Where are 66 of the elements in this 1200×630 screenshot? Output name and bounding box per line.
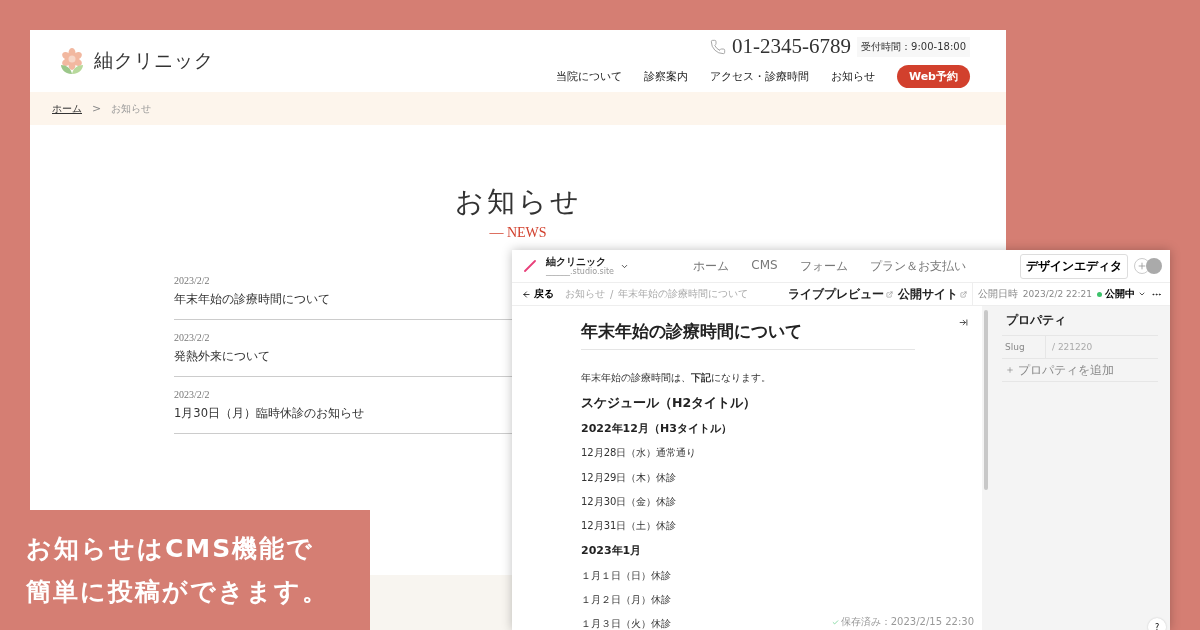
nav-link[interactable]: CMS <box>751 257 778 275</box>
external-link-icon <box>885 290 893 298</box>
clinic-logo-text: 紬クリニック <box>94 48 214 73</box>
nav-link[interactable]: アクセス・診療時間 <box>709 69 809 84</box>
paragraph: １月１日（日）休診 <box>581 568 671 583</box>
publish-date: 2023/2/2 22:21 <box>1022 289 1092 299</box>
chevron-icon <box>1138 290 1146 298</box>
live-preview-link[interactable]: ライブプレビュー <box>787 285 893 303</box>
plus-icon <box>1137 261 1147 271</box>
save-status: 保存済み：2023/2/15 22:30 <box>831 615 974 629</box>
paragraph: １月３日（火）休診 <box>581 617 671 630</box>
paragraph: １月２日（月）休診 <box>581 592 671 607</box>
site-url: ______.studio.site <box>546 267 614 277</box>
news-link[interactable]: 発熱外来について <box>174 349 270 364</box>
reserve-button[interactable]: Web予約 <box>896 65 970 88</box>
property-label: Slug <box>1002 336 1046 358</box>
collapse-panel-icon[interactable] <box>959 318 968 327</box>
paragraph: 年末年始の診療時間は、下記になります。 <box>581 371 771 386</box>
breadcrumb-current: お知らせ <box>111 101 152 116</box>
paragraph: 12月29日（木）休診 <box>581 470 677 485</box>
help-button[interactable]: ? <box>1148 618 1166 630</box>
caption-text: 簡単に投稿ができます。 <box>26 576 330 608</box>
plus-icon <box>1006 366 1014 374</box>
arrow-left-icon <box>522 289 531 299</box>
subheading: 2023年1月 <box>581 543 643 560</box>
subheading: 2022年12月（H3タイトル） <box>581 421 733 438</box>
page-title: お知らせ <box>454 185 582 219</box>
check-icon <box>831 618 839 626</box>
paragraph: 12月31日（土）休診 <box>581 519 677 534</box>
caption-text: お知らせはCMS機能で <box>26 533 316 565</box>
back-button[interactable]: 戻る <box>522 287 554 301</box>
news-date: 2023/2/2 <box>174 332 210 343</box>
news-link[interactable]: 年末年始の診療時間について <box>174 292 330 307</box>
design-editor-button[interactable]: デザインエディタ <box>1020 253 1128 279</box>
heading: スケジュール（H2タイトル） <box>581 393 758 412</box>
news-link[interactable]: 1月30日（月）臨時休診のお知らせ <box>174 406 364 421</box>
external-link-icon <box>959 290 967 298</box>
nav-link[interactable]: お知らせ <box>830 69 875 84</box>
opening-hours: 受付時間：9:00-18:00 <box>857 36 970 57</box>
breadcrumb-separator: > <box>92 102 102 115</box>
nav-link[interactable]: フォーム <box>799 257 848 275</box>
article-title[interactable]: 年末年始の診療時間について <box>581 320 915 350</box>
news-date: 2023/2/2 <box>174 389 210 400</box>
nav-link[interactable]: 当院について <box>555 69 622 84</box>
nav-link[interactable]: ホーム <box>693 257 730 275</box>
phone-icon <box>710 38 727 55</box>
breadcrumb-current: 年末年始の診療時間について <box>618 287 749 301</box>
nav-link[interactable]: 診察案内 <box>643 69 688 84</box>
scrollbar[interactable] <box>984 310 988 490</box>
publish-label: 公開日時 <box>977 287 1018 301</box>
public-site-link[interactable]: 公開サイト <box>897 285 967 303</box>
add-property-button[interactable]: プロパティを追加 <box>1002 359 1158 382</box>
breadcrumb-separator: / <box>610 288 614 300</box>
status-dropdown[interactable]: 公開中 <box>1097 287 1146 301</box>
paragraph: 12月30日（金）休診 <box>581 495 677 510</box>
slash-logo-icon <box>524 260 536 272</box>
paragraph: 12月28日（水）通常通り <box>581 446 697 461</box>
nav-link[interactable]: プラン＆お支払い <box>869 257 966 275</box>
flower-logo-icon <box>58 47 86 75</box>
breadcrumb-link[interactable]: ホーム <box>52 101 82 116</box>
news-date: 2023/2/2 <box>174 275 210 286</box>
page-subtitle: — NEWS <box>489 225 547 241</box>
phone-number: 01-2345-6789 <box>732 34 852 59</box>
panel-title: プロパティ <box>1002 306 1158 336</box>
status-dot <box>1097 291 1102 297</box>
site-name: 紬クリニック <box>546 255 606 268</box>
